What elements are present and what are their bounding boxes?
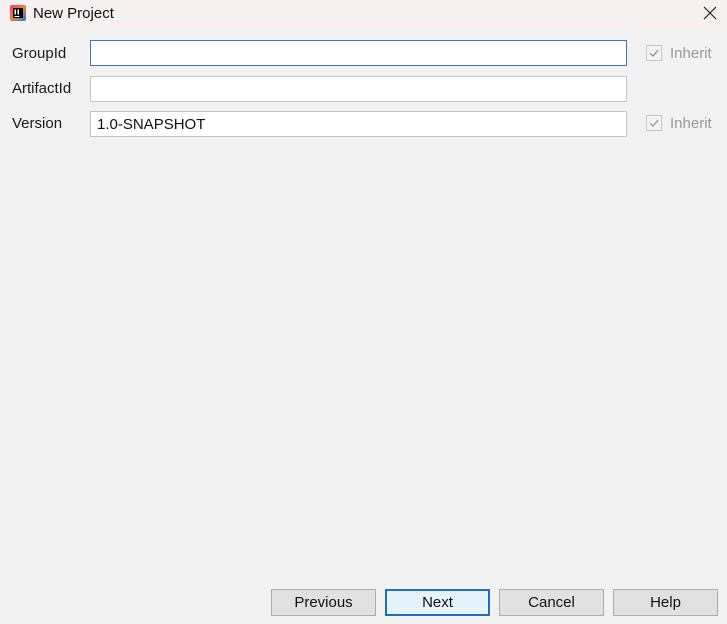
close-icon <box>703 6 717 20</box>
groupid-field[interactable] <box>90 40 627 66</box>
artifactid-field[interactable] <box>90 76 627 102</box>
next-button[interactable]: Next <box>385 589 490 616</box>
groupid-label: GroupId <box>12 45 67 62</box>
previous-button[interactable]: Previous <box>271 589 376 616</box>
checkbox[interactable] <box>646 115 662 131</box>
close-button[interactable] <box>693 0 727 26</box>
version-field[interactable] <box>90 111 627 137</box>
checkbox[interactable] <box>646 45 662 61</box>
intellij-idea-icon <box>10 5 26 21</box>
version-label: Version <box>12 115 63 132</box>
artifactid-label: ArtifactId <box>12 80 72 97</box>
inherit-label: Inherit <box>670 44 712 62</box>
checkmark-icon <box>649 49 659 58</box>
title-bar: New Project <box>0 0 727 28</box>
groupid-inherit-checkbox[interactable]: Inherit <box>646 44 712 62</box>
help-button[interactable]: Help <box>613 589 718 616</box>
inherit-label: Inherit <box>670 114 712 132</box>
cancel-button[interactable]: Cancel <box>499 589 604 616</box>
version-inherit-checkbox[interactable]: Inherit <box>646 114 712 132</box>
checkmark-icon <box>649 119 659 128</box>
window-title: New Project <box>33 5 114 22</box>
